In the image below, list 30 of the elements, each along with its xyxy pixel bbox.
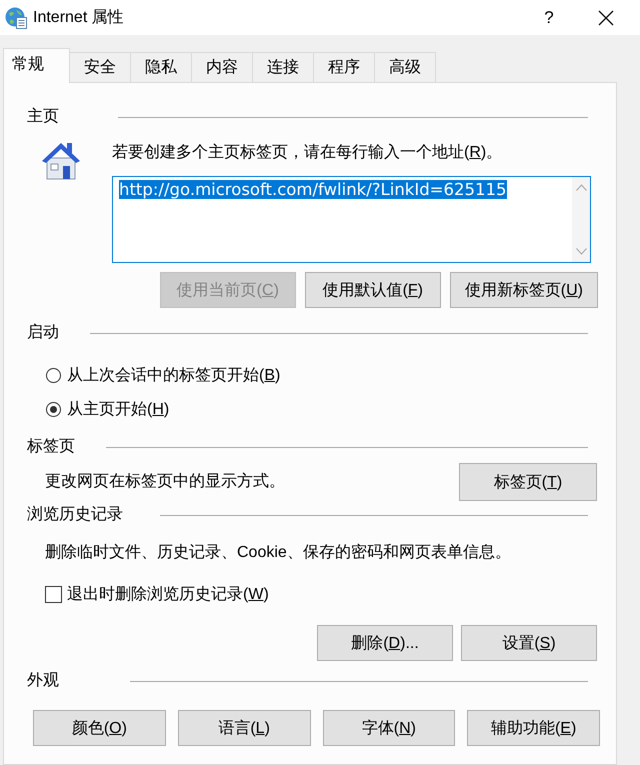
radio-label[interactable]: 从上次会话中的标签页开始(B) — [67, 364, 280, 386]
section-heading: 外观 — [27, 671, 59, 691]
section-heading: 浏览历史记录 — [27, 505, 123, 525]
dialog-button[interactable]: 使用默认值(F) — [304, 272, 441, 308]
checkbox-label[interactable]: 退出时删除浏览历史记录(W) — [67, 584, 269, 604]
description-text: 更改网页在标签页中的显示方式。 — [45, 472, 285, 492]
dialog-button[interactable]: 辅助功能(E) — [467, 710, 600, 746]
section-heading: 启动 — [27, 323, 59, 343]
window-title: Internet 属性 — [33, 8, 124, 28]
dialog-button[interactable]: 使用新标签页(U) — [450, 272, 598, 308]
tab[interactable]: 常规 — [3, 48, 70, 83]
globe-document-icon — [5, 6, 27, 28]
checkbox[interactable] — [45, 586, 62, 602]
help-button[interactable]: ? — [542, 8, 556, 28]
instruction-text: 若要创建多个主页标签页，请在每行输入一个地址(R)。 — [112, 143, 502, 163]
radio-label[interactable]: 从主页开始(H) — [67, 398, 170, 420]
close-icon[interactable] — [598, 10, 614, 26]
dialog-button[interactable]: 删除(D)... — [317, 625, 453, 661]
description-text: 删除临时文件、历史记录、Cookie、保存的密码和网页表单信息。 — [45, 543, 511, 563]
dialog-button[interactable]: 颜色(O) — [33, 710, 166, 746]
dialog-button[interactable]: 字体(N) — [322, 710, 456, 746]
dialog-button[interactable]: 标签页(T) — [459, 463, 597, 501]
radio-button[interactable] — [46, 368, 61, 382]
house-icon — [40, 140, 82, 180]
section-heading: 主页 — [27, 107, 59, 127]
dialog-button[interactable]: 语言(L) — [178, 710, 310, 746]
radio-button[interactable] — [46, 402, 61, 416]
tab[interactable]: 高级 — [374, 52, 436, 82]
dialog-button[interactable]: 设置(S) — [461, 625, 597, 661]
section-heading: 标签页 — [27, 437, 75, 457]
